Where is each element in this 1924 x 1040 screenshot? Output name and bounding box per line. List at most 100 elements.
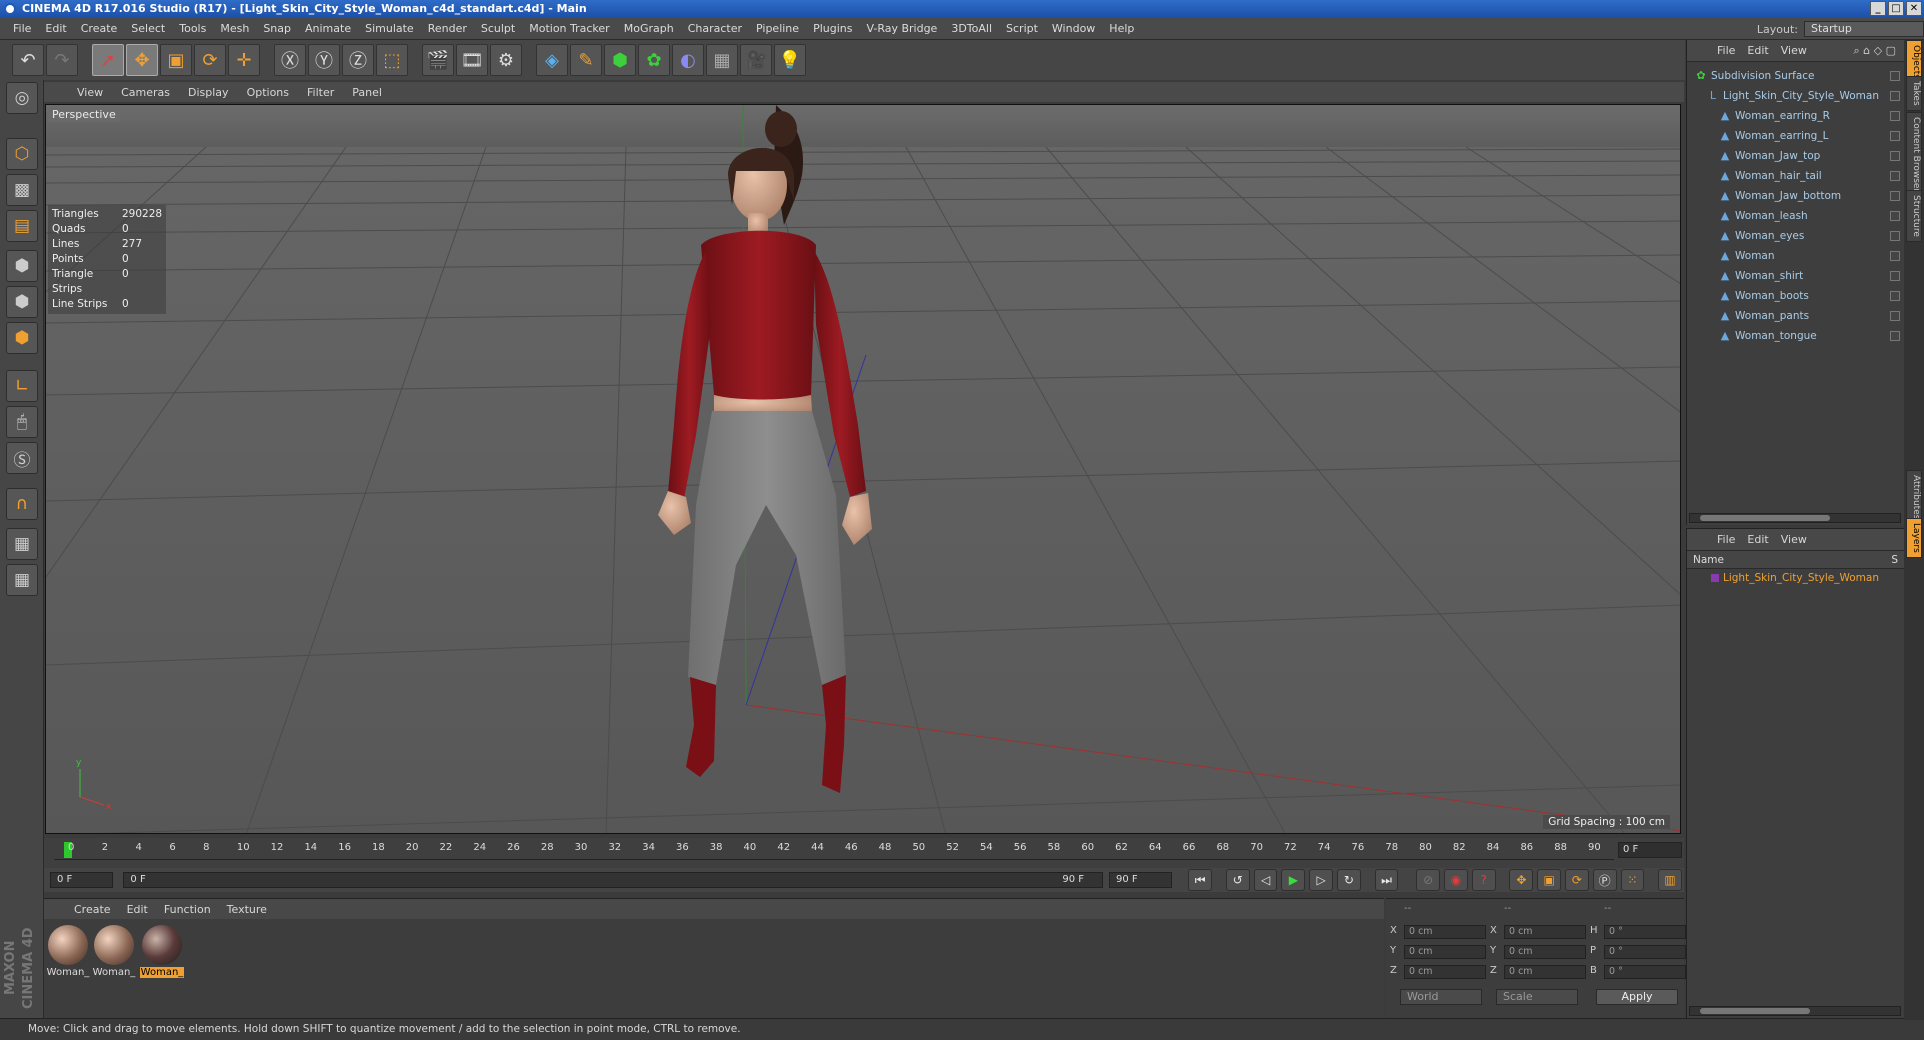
object-enable-checkbox[interactable] bbox=[1890, 71, 1900, 81]
viewport-camera-label[interactable]: Perspective bbox=[48, 107, 120, 122]
edges-mode-icon[interactable]: ⬢ bbox=[6, 286, 38, 318]
object-row-woman-earring-r[interactable]: ▲ Woman_earring_R bbox=[1687, 106, 1904, 126]
cube-primitive-button[interactable]: ◈ bbox=[536, 44, 568, 76]
play-button[interactable]: ▶ bbox=[1281, 869, 1306, 891]
layer-solo-column[interactable]: S bbox=[1891, 554, 1898, 566]
next-frame-button[interactable]: ▷ bbox=[1309, 869, 1334, 891]
next-key-button[interactable]: ↻ bbox=[1337, 869, 1361, 891]
rotate-tool-button[interactable]: ⟳ bbox=[194, 44, 226, 76]
key-parameter-button[interactable]: Ⓟ bbox=[1592, 869, 1617, 891]
object-enable-checkbox[interactable] bbox=[1890, 151, 1900, 161]
floor-button[interactable]: ▦ bbox=[706, 44, 738, 76]
menu-simulate[interactable]: Simulate bbox=[358, 22, 421, 35]
key-pla-button[interactable]: ⁙ bbox=[1620, 869, 1645, 891]
object-row-woman-shirt[interactable]: ▲ Woman_shirt bbox=[1687, 266, 1904, 286]
object-row-woman-eyes[interactable]: ▲ Woman_eyes bbox=[1687, 226, 1904, 246]
coord-system-dropdown[interactable]: World bbox=[1400, 989, 1482, 1005]
object-row-woman-hair-tail[interactable]: ▲ Woman_hair_tail bbox=[1687, 166, 1904, 186]
autokey-button[interactable]: ? bbox=[1471, 869, 1496, 891]
object-enable-checkbox[interactable] bbox=[1890, 111, 1900, 121]
viewport-menu-view[interactable]: View bbox=[68, 86, 112, 99]
object-menu-file[interactable]: File bbox=[1711, 44, 1741, 57]
material-menu-edit[interactable]: Edit bbox=[119, 903, 156, 916]
object-enable-checkbox[interactable] bbox=[1890, 131, 1900, 141]
viewport-menu-panel[interactable]: Panel bbox=[343, 86, 391, 99]
layer-item[interactable]: Light_Skin_City_Style_Woman bbox=[1687, 569, 1904, 587]
undo-button[interactable]: ↶ bbox=[12, 44, 44, 76]
previous-key-button[interactable]: ↺ bbox=[1225, 869, 1250, 891]
menu-edit[interactable]: Edit bbox=[38, 22, 73, 35]
redo-button[interactable]: ↷ bbox=[46, 44, 78, 76]
size-y-field[interactable]: 0 cm bbox=[1504, 945, 1586, 959]
object-enable-checkbox[interactable] bbox=[1890, 211, 1900, 221]
polygons-mode-icon[interactable]: ⬢ bbox=[6, 322, 38, 354]
layer-name-column[interactable]: Name bbox=[1693, 554, 1724, 566]
render-picture-viewer-button[interactable]: 🎞 bbox=[456, 44, 488, 76]
menu-script[interactable]: Script bbox=[999, 22, 1045, 35]
object-enable-checkbox[interactable] bbox=[1890, 251, 1900, 261]
size-x-field[interactable]: 0 cm bbox=[1504, 925, 1586, 939]
object-row-woman-boots[interactable]: ▲ Woman_boots bbox=[1687, 286, 1904, 306]
snap-icon[interactable]: Ⓢ bbox=[6, 442, 38, 474]
viewport-menu-filter[interactable]: Filter bbox=[298, 86, 343, 99]
current-frame-field[interactable]: 0 F bbox=[1618, 842, 1682, 858]
menu-character[interactable]: Character bbox=[681, 22, 749, 35]
texture-mode-icon[interactable]: ▩ bbox=[6, 174, 38, 206]
layout-dropdown[interactable]: Startup bbox=[1804, 21, 1924, 37]
viewport-menu-options[interactable]: Options bbox=[238, 86, 298, 99]
position-x-field[interactable]: 0 cm bbox=[1404, 925, 1486, 939]
rotation-h-field[interactable]: 0 ° bbox=[1604, 925, 1686, 939]
object-menu-edit[interactable]: Edit bbox=[1741, 44, 1774, 57]
maximize-button[interactable]: □ bbox=[1888, 1, 1904, 16]
material-swatch-2[interactable]: Woman_ bbox=[92, 925, 136, 978]
menu-plugins[interactable]: Plugins bbox=[806, 22, 859, 35]
previous-frame-button[interactable]: ◁ bbox=[1253, 869, 1278, 891]
size-z-field[interactable]: 0 cm bbox=[1504, 965, 1586, 979]
deformer-button[interactable]: ◐ bbox=[672, 44, 704, 76]
render-view-button[interactable]: 🎬 bbox=[422, 44, 454, 76]
timeline[interactable]: 0 2 4 6 8 10 12 14 16 18 20 22 24 26 28 30 32 34 36 38 40 42 4… bbox=[44, 838, 1684, 868]
menu-v-ray-bridge[interactable]: V-Ray Bridge bbox=[859, 22, 944, 35]
object-row-woman-earring-l[interactable]: ▲ Woman_earring_L bbox=[1687, 126, 1904, 146]
coordinate-system-button[interactable]: ⬚ bbox=[376, 44, 408, 76]
x-axis-lock-button[interactable]: Ⓧ bbox=[274, 44, 306, 76]
side-tab-structure[interactable]: Structure bbox=[1906, 190, 1922, 242]
record-disabled-button[interactable]: ⊘ bbox=[1416, 869, 1441, 891]
subdivision-button[interactable]: ⬢ bbox=[604, 44, 636, 76]
light-button[interactable]: 💡 bbox=[774, 44, 806, 76]
menu-help[interactable]: Help bbox=[1102, 22, 1141, 35]
menu-motion-tracker[interactable]: Motion Tracker bbox=[522, 22, 616, 35]
z-axis-lock-button[interactable]: Ⓩ bbox=[342, 44, 374, 76]
rotation-b-field[interactable]: 0 ° bbox=[1604, 965, 1686, 979]
scale-tool-button[interactable]: ▣ bbox=[160, 44, 192, 76]
array-button[interactable]: ✿ bbox=[638, 44, 670, 76]
menu-pipeline[interactable]: Pipeline bbox=[749, 22, 806, 35]
object-row-woman-pants[interactable]: ▲ Woman_pants bbox=[1687, 306, 1904, 326]
menu-animate[interactable]: Animate bbox=[298, 22, 358, 35]
magnet-icon[interactable]: ∩ bbox=[6, 488, 38, 520]
object-enable-checkbox[interactable] bbox=[1890, 171, 1900, 181]
render-settings-button[interactable]: ⚙ bbox=[490, 44, 522, 76]
record-keys-button[interactable]: ◉ bbox=[1444, 869, 1468, 891]
live-selection-button[interactable]: ➚ bbox=[92, 44, 124, 76]
position-z-field[interactable]: 0 cm bbox=[1404, 965, 1486, 979]
menu-mesh[interactable]: Mesh bbox=[213, 22, 256, 35]
menu-render[interactable]: Render bbox=[421, 22, 474, 35]
perspective-viewport[interactable]: y x Perspective Triangles 290228 Quads 0 Lin… bbox=[45, 104, 1681, 834]
menu-sculpt[interactable]: Sculpt bbox=[474, 22, 522, 35]
object-menu-view[interactable]: View bbox=[1775, 44, 1813, 57]
camera-button[interactable]: 🎥 bbox=[740, 44, 772, 76]
object-row-woman-jaw-top[interactable]: ▲ Woman_Jaw_top bbox=[1687, 146, 1904, 166]
object-row-subdivision-surface[interactable]: ✿ Subdivision Surface bbox=[1687, 66, 1904, 86]
side-tab-takes[interactable]: Takes bbox=[1906, 76, 1922, 111]
model-mode-icon[interactable]: ⬡ bbox=[6, 138, 38, 170]
object-row-woman[interactable]: ▲ Woman bbox=[1687, 246, 1904, 266]
layer-menu-view[interactable]: View bbox=[1775, 533, 1813, 546]
goto-start-button[interactable]: ⏮ bbox=[1188, 869, 1213, 891]
menu-mograph[interactable]: MoGraph bbox=[617, 22, 681, 35]
points-mode-icon[interactable]: ⬢ bbox=[6, 250, 38, 282]
object-enable-checkbox[interactable] bbox=[1890, 331, 1900, 341]
layer-manager-scrollbar[interactable] bbox=[1689, 1006, 1901, 1016]
key-scale-button[interactable]: ▣ bbox=[1537, 869, 1562, 891]
material-swatch-1[interactable]: Woman_ bbox=[46, 925, 90, 978]
